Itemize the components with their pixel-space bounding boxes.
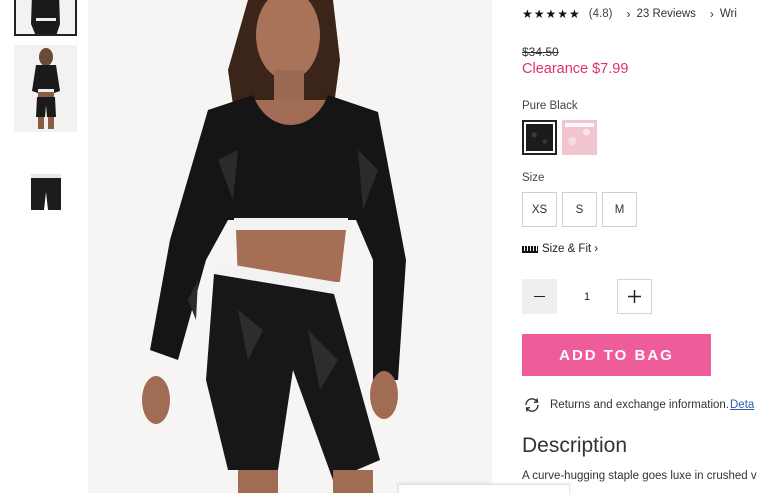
quantity-increase-button[interactable] [617,279,652,314]
thumbnail-rail [0,0,88,493]
returns-details-link[interactable]: Deta [730,399,754,411]
quantity-stepper: 1 [522,279,652,314]
thumbnail-3[interactable] [14,148,77,235]
sale-price: Clearance $7.99 [522,61,629,77]
swatch-tag [565,123,594,127]
swatch-pink[interactable] [562,120,597,155]
chevron-right-icon: › [594,243,599,255]
reviews-link[interactable]: 23 Reviews [636,8,695,20]
quantity-value[interactable]: 1 [557,279,617,314]
size-fit-label: Size & Fit [542,243,592,255]
add-to-bag-button[interactable]: ADD TO BAG [522,334,711,376]
returns-info: Returns and exchange information. Deta [522,397,754,413]
rating-value: (4.8) [588,8,613,20]
size-option-xs[interactable]: XS [522,192,557,227]
minus-icon [534,295,545,298]
swatch-fill [526,124,553,151]
exchange-icon [525,398,539,412]
selected-color-name: Pure Black [522,100,578,112]
ruler-icon [522,245,538,253]
product-details-panel: ★★★★★ (4.8) › 23 Reviews › Wri $34.50 Cl… [522,0,767,493]
plus-icon [628,290,641,303]
returns-text: Returns and exchange information. [550,399,729,411]
product-image [88,0,492,493]
original-price: $34.50 [522,45,559,59]
chevron-right-icon: › [626,7,631,21]
size-option-s[interactable]: S [562,192,597,227]
thumbnail-1[interactable] [14,0,77,36]
bottom-overlay-tab[interactable] [398,484,570,493]
description-text: A curve-hugging staple goes luxe in crus… [522,470,757,482]
rating-row: ★★★★★ (4.8) › 23 Reviews › Wri [522,7,737,21]
chevron-right-icon: › [709,7,714,21]
description-title: Description [522,434,628,457]
size-option-m[interactable]: M [602,192,637,227]
size-label: Size [522,172,545,184]
write-review-link[interactable]: Wri [720,8,737,20]
star-rating-icon: ★★★★★ [522,7,581,21]
thumbnail-2[interactable] [14,45,77,132]
quantity-decrease-button[interactable] [522,279,557,314]
size-fit-link[interactable]: Size & Fit › [522,243,598,255]
swatch-pure-black[interactable] [522,120,557,155]
